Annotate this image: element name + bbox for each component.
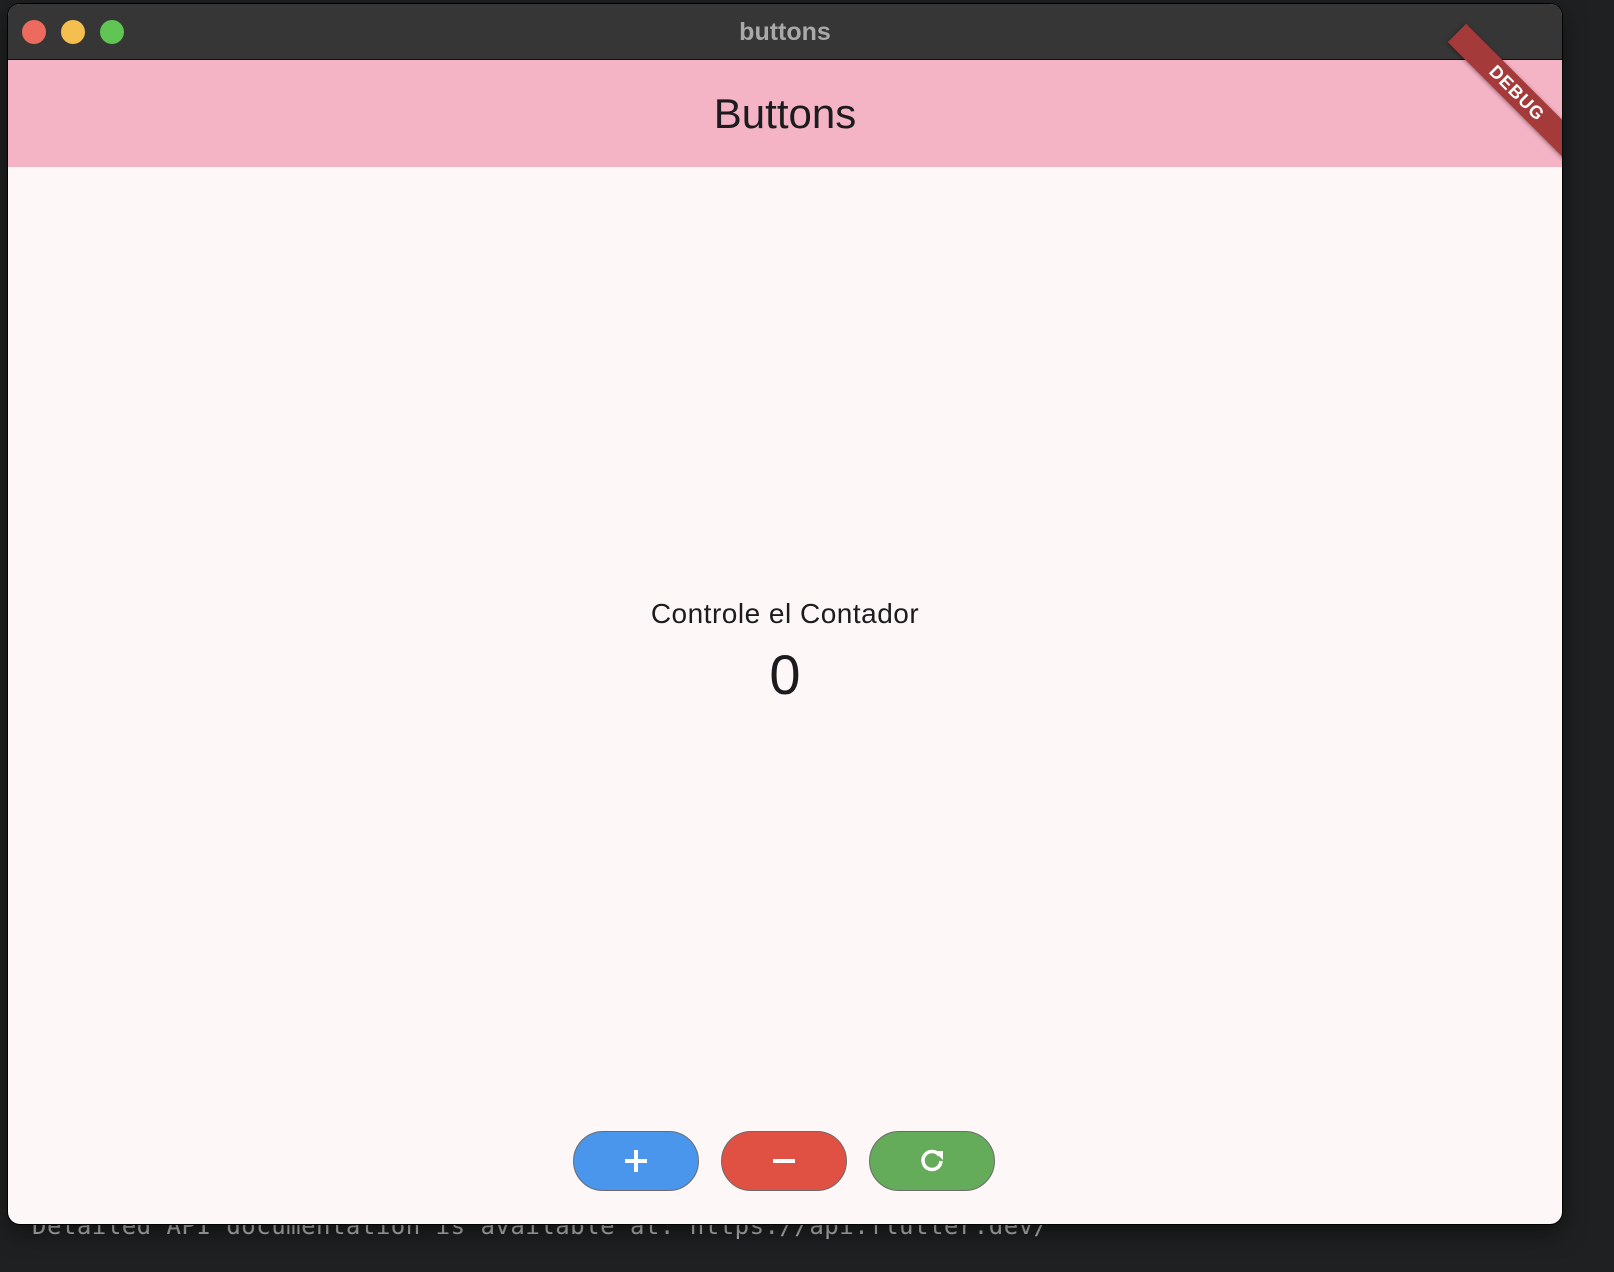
app-bar: Buttons [8,60,1562,167]
app-window: buttons Buttons DEBUG Controle el Contad… [8,4,1562,1224]
page-title: Buttons [713,90,857,137]
refresh-icon [921,1149,943,1172]
reset-button[interactable] [869,1131,995,1191]
counter-label: Controle el Contador [650,598,920,629]
decrement-button[interactable] [721,1131,847,1191]
increment-button[interactable] [573,1131,699,1191]
counter-value: 0 [769,643,801,706]
window-titlebar[interactable]: buttons [8,4,1562,60]
minus-icon [773,1159,795,1163]
plus-icon [625,1150,647,1172]
window-title: buttons [739,18,831,46]
